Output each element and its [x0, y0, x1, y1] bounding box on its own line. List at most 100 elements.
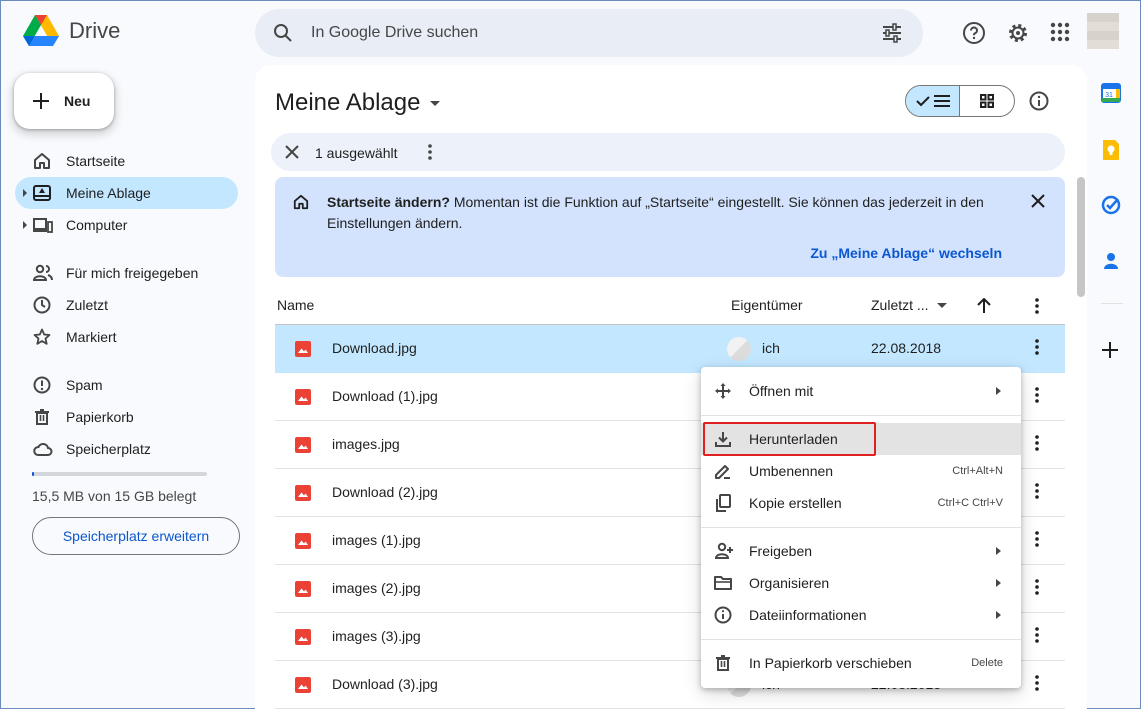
image-file-icon: [295, 533, 311, 549]
search-bar[interactable]: In Google Drive suchen: [255, 9, 923, 57]
file-owner: ich: [762, 340, 780, 356]
file-row[interactable]: Download.jpg ich 22.08.2018: [275, 325, 1065, 373]
expand-caret-icon[interactable]: [23, 189, 27, 197]
menu-label: Kopie erstellen: [749, 495, 842, 511]
nav-item-storage[interactable]: Speicherplatz: [15, 433, 238, 465]
add-addon-icon[interactable]: [1101, 341, 1119, 359]
svg-text:31: 31: [1105, 92, 1113, 99]
nav-label: Markiert: [66, 329, 117, 345]
upgrade-storage-button[interactable]: Speicherplatz erweitern: [32, 517, 240, 555]
drive-logo[interactable]: Drive: [23, 15, 120, 47]
star-icon: [33, 328, 51, 345]
menu-item-file-info[interactable]: Dateiinformationen: [701, 599, 1021, 631]
menu-item-rename[interactable]: Umbenennen Ctrl+Alt+N: [701, 455, 1021, 487]
file-name: Download.jpg: [332, 340, 417, 356]
grid-view-button[interactable]: [960, 86, 1014, 116]
menu-divider: [701, 415, 1021, 416]
close-icon[interactable]: [1031, 194, 1045, 208]
more-vert-icon[interactable]: [1035, 483, 1039, 499]
switch-to-my-drive-link[interactable]: Zu „Meine Ablage“ wechseln: [810, 245, 1002, 261]
menu-item-organize[interactable]: Organisieren: [701, 567, 1021, 599]
highlight-annotation-box: [703, 422, 876, 456]
column-owner[interactable]: Eigentümer: [731, 297, 803, 313]
cloud-icon: [33, 442, 53, 456]
more-vert-icon[interactable]: [1035, 531, 1039, 547]
menu-divider: [701, 527, 1021, 528]
file-name: images (1).jpg: [332, 532, 421, 548]
context-menu: Öffnen mit Herunterladen Umbenennen Ctrl…: [701, 367, 1021, 688]
account-avatar[interactable]: [1087, 13, 1119, 49]
more-vert-icon[interactable]: [1035, 627, 1039, 643]
column-name[interactable]: Name: [277, 297, 314, 313]
more-vert-icon[interactable]: [1035, 339, 1039, 355]
more-vert-icon[interactable]: [1035, 387, 1039, 403]
menu-item-open-with[interactable]: Öffnen mit: [701, 375, 1021, 407]
menu-label: Freigeben: [749, 543, 813, 559]
nav-item-starred[interactable]: Markiert: [15, 321, 238, 353]
submenu-arrow-icon: [996, 611, 1001, 619]
more-vert-icon[interactable]: [1035, 298, 1039, 314]
rail-divider: [1101, 303, 1123, 304]
nav-item-trash[interactable]: Papierkorb: [15, 401, 238, 433]
menu-shortcut: Ctrl+Alt+N: [952, 465, 1003, 477]
new-button[interactable]: Neu: [14, 73, 114, 129]
clear-selection-icon[interactable]: [285, 145, 299, 159]
expand-caret-icon[interactable]: [23, 221, 27, 229]
more-vert-icon[interactable]: [1035, 435, 1039, 451]
more-vert-icon[interactable]: [1035, 675, 1039, 691]
menu-item-share[interactable]: Freigeben: [701, 535, 1021, 567]
drive-icon: [33, 185, 51, 201]
more-vert-icon[interactable]: [1035, 579, 1039, 595]
page-title[interactable]: Meine Ablage: [275, 89, 441, 117]
plus-icon: [33, 93, 49, 109]
trash-icon: [716, 655, 730, 671]
nav-item-spam[interactable]: Spam: [15, 369, 238, 401]
search-icon[interactable]: [273, 23, 293, 43]
file-name: Download (3).jpg: [332, 676, 438, 692]
menu-item-copy[interactable]: Kopie erstellen Ctrl+C Ctrl+V: [701, 487, 1021, 519]
menu-label: Öffnen mit: [749, 383, 814, 399]
move-icon: [715, 383, 731, 399]
details-info-icon[interactable]: [1029, 91, 1049, 111]
share-icon: [714, 542, 733, 559]
menu-item-move-to-trash[interactable]: In Papierkorb verschieben Delete: [701, 647, 1021, 679]
calendar-icon[interactable]: 31: [1101, 83, 1121, 103]
scrollbar-thumb[interactable]: [1077, 177, 1085, 297]
nav-item-computer[interactable]: Computer: [15, 209, 238, 241]
folder-icon: [714, 576, 732, 590]
storage-usage-bar: [32, 472, 207, 476]
contacts-icon[interactable]: [1101, 251, 1121, 271]
nav-item-startseite[interactable]: Startseite: [15, 145, 238, 177]
image-file-icon: [295, 629, 311, 645]
settings-icon[interactable]: [1006, 21, 1030, 45]
nav-label: Meine Ablage: [66, 185, 151, 201]
file-name: Download (2).jpg: [332, 484, 438, 500]
nav-label: Papierkorb: [66, 409, 134, 425]
search-options-icon[interactable]: [881, 23, 903, 43]
nav-label: Computer: [66, 217, 128, 233]
clock-icon: [33, 296, 51, 314]
more-actions-icon[interactable]: [428, 144, 432, 160]
file-name: images.jpg: [332, 436, 400, 452]
table-header: Name Eigentümer Zuletzt ...: [275, 289, 1065, 325]
nav-item-meine-ablage[interactable]: Meine Ablage: [15, 177, 238, 209]
submenu-arrow-icon: [996, 387, 1001, 395]
shared-icon: [33, 264, 53, 281]
apps-grid-icon[interactable]: [1049, 21, 1071, 43]
column-modified[interactable]: Zuletzt ...: [871, 297, 947, 313]
chevron-down-icon: [936, 302, 947, 308]
banner-text: Startseite ändern? Momentan ist die Funk…: [327, 192, 1027, 234]
keep-icon[interactable]: [1101, 139, 1121, 161]
sort-arrow-up-icon[interactable]: [977, 298, 991, 314]
nav-item-recent[interactable]: Zuletzt: [15, 289, 238, 321]
tasks-icon[interactable]: [1101, 195, 1121, 215]
nav-item-shared[interactable]: Für mich freigegeben: [15, 257, 238, 289]
nav-label: Für mich freigegeben: [66, 265, 199, 281]
view-toggle[interactable]: [905, 85, 1015, 117]
list-view-button[interactable]: [906, 86, 961, 116]
new-button-label: Neu: [64, 93, 91, 109]
help-icon[interactable]: [962, 21, 986, 45]
spam-icon: [33, 376, 51, 394]
storage-usage-fill: [32, 472, 34, 476]
search-input[interactable]: In Google Drive suchen: [311, 24, 478, 42]
